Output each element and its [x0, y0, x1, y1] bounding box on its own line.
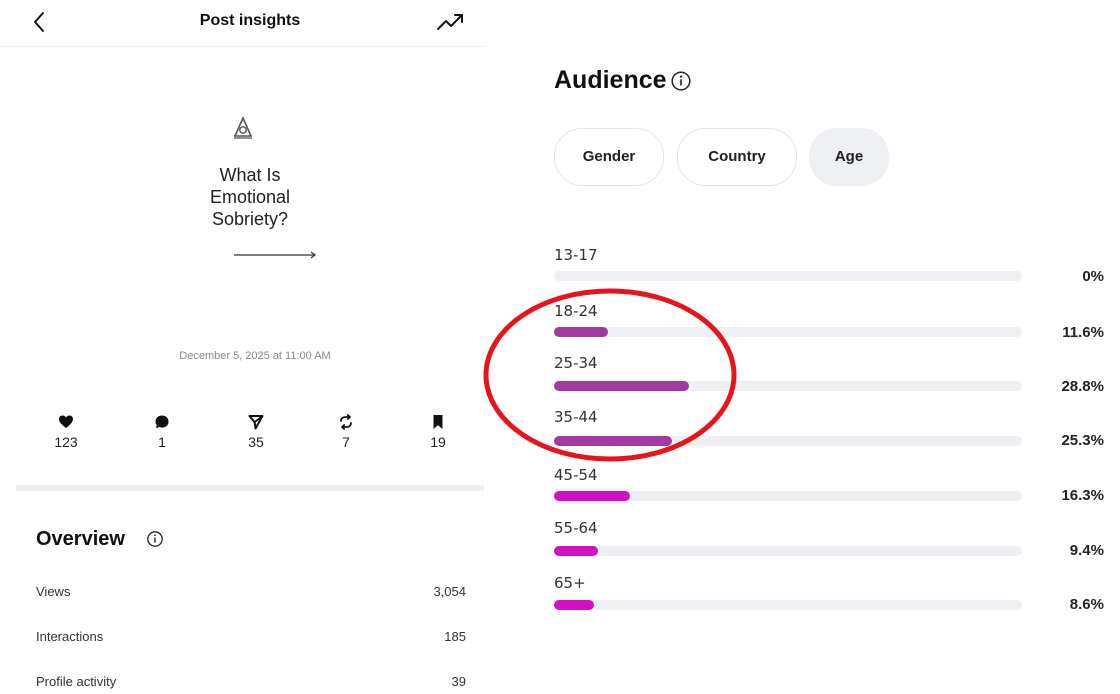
overview-row-views[interactable]: Views 3,054 — [36, 584, 466, 604]
share-icon — [248, 415, 264, 430]
overview-row-value: 185 — [444, 629, 466, 644]
brand-logo-icon — [233, 116, 253, 139]
comments-stat: 1 — [142, 414, 182, 450]
age-percent-18-24: 11.6% — [1062, 324, 1104, 341]
age-percent-55-64: 9.4% — [1069, 542, 1104, 559]
age-label-18-24: 18-24 — [554, 302, 598, 320]
page-title: Post insights — [199, 12, 301, 29]
trend-button[interactable] — [436, 10, 466, 34]
overview-row-label: Views — [36, 584, 71, 599]
repost-icon — [340, 414, 352, 430]
age-label-35-44: 35-44 — [554, 408, 598, 426]
age-bar-fill — [554, 381, 689, 391]
overview-row-profile-activity[interactable]: Profile activity 39 — [36, 674, 466, 694]
post-title-line: Sobriety? — [211, 209, 289, 229]
likes-count: 123 — [54, 434, 78, 450]
shares-stat: 35 — [236, 414, 276, 450]
post-title: What Is Emotional Sobriety? — [180, 164, 320, 230]
age-percent-25-34: 28.8% — [1061, 378, 1104, 395]
age-percent-35-44: 25.3% — [1061, 432, 1104, 449]
age-label-65-plus: 65+ — [554, 574, 586, 592]
age-bar-fill — [554, 600, 595, 610]
audience-title: Audience — [554, 66, 667, 94]
age-bar-track — [554, 271, 1022, 281]
overview-row-value: 3,054 — [433, 584, 466, 599]
age-percent-65-plus: 8.6% — [1069, 596, 1104, 613]
age-label-25-34: 25-34 — [554, 354, 598, 372]
age-bar-fill — [554, 436, 673, 446]
age-bar-track — [554, 381, 1022, 391]
age-percent-13-17: 0% — [1082, 268, 1104, 285]
overview-row-interactions[interactable]: Interactions 185 — [36, 629, 466, 649]
arrow-right-icon — [234, 251, 316, 259]
section-divider — [16, 485, 484, 491]
saves-stat: 19 — [418, 414, 458, 450]
saves-count: 19 — [430, 434, 446, 450]
tab-age[interactable]: Age — [809, 128, 889, 186]
age-bar-track — [554, 436, 1022, 446]
bookmark-icon — [433, 415, 443, 429]
overview-row-label: Profile activity — [36, 674, 117, 689]
age-bar-track — [554, 491, 1022, 501]
age-bar-fill — [554, 327, 609, 337]
reposts-stat: 7 — [326, 414, 366, 450]
reposts-count: 7 — [342, 434, 350, 450]
comments-count: 1 — [158, 434, 166, 450]
shares-count: 35 — [248, 434, 264, 450]
tab-country[interactable]: Country — [677, 128, 797, 186]
trending-up-icon — [437, 14, 463, 30]
overview-title: Overview — [36, 528, 125, 550]
post-insights-panel: Post insights What Is Emotional Sobriety… — [0, 0, 486, 691]
heart-icon — [59, 415, 73, 428]
age-label-45-54: 45-54 — [554, 466, 598, 484]
top-bar: Post insights — [0, 0, 486, 47]
info-icon[interactable] — [670, 70, 692, 92]
age-bar-fill — [554, 546, 598, 556]
age-percent-45-54: 16.3% — [1061, 487, 1104, 504]
age-bar-track — [554, 327, 1022, 337]
tab-gender[interactable]: Gender — [554, 128, 664, 186]
age-bar-track — [554, 600, 1022, 610]
age-label-55-64: 55-64 — [554, 519, 598, 537]
overview-row-value: 39 — [451, 674, 466, 689]
comment-icon — [155, 415, 169, 429]
info-icon[interactable] — [146, 530, 164, 548]
post-title-line: What Is — [219, 165, 281, 185]
age-label-13-17: 13-17 — [554, 246, 598, 264]
post-title-line: Emotional — [209, 187, 291, 207]
post-thumbnail[interactable]: What Is Emotional Sobriety? — [180, 112, 320, 272]
age-bar-fill — [554, 491, 631, 501]
post-date: December 5, 2025 at 11:00 AM — [179, 350, 331, 362]
overview-row-label: Interactions — [36, 629, 104, 644]
likes-stat: 123 — [46, 414, 86, 450]
age-bar-track — [554, 546, 1022, 556]
